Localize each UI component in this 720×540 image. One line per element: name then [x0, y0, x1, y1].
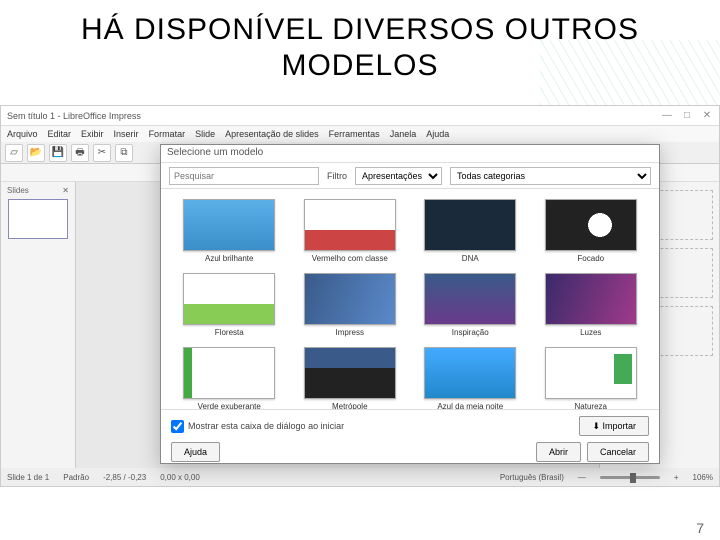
template-focado[interactable]: Focado	[537, 199, 646, 263]
menu-janela[interactable]: Janela	[390, 129, 417, 139]
zoom-plus-icon[interactable]: +	[674, 473, 679, 482]
import-button[interactable]: ⬇ Importar	[579, 416, 649, 436]
template-metrópole[interactable]: Metrópole	[296, 347, 405, 409]
open-icon[interactable]: 📂	[27, 144, 45, 162]
template-thumbnail	[183, 199, 275, 251]
status-slide-pos: Slide 1 de 1	[7, 473, 49, 482]
template-thumbnail	[183, 273, 275, 325]
template-thumbnail	[424, 347, 516, 399]
status-zoom: 106%	[693, 473, 713, 482]
template-thumbnail	[424, 199, 516, 251]
template-vermelho-com-classe[interactable]: Vermelho com classe	[296, 199, 405, 263]
zoom-slider[interactable]	[600, 476, 660, 479]
template-name: Verde exuberante	[198, 402, 261, 409]
template-name: Natureza	[575, 402, 607, 409]
category-select[interactable]: Todas categorias	[450, 167, 651, 185]
copy-icon[interactable]: ⧉	[115, 144, 133, 162]
menu-editar[interactable]: Editar	[48, 129, 72, 139]
status-language: Português (Brasil)	[500, 473, 564, 482]
menu-apresentação-de-slides[interactable]: Apresentação de slides	[225, 129, 319, 139]
template-thumbnail	[304, 273, 396, 325]
template-azul-brilhante[interactable]: Azul brilhante	[175, 199, 284, 263]
template-grid: Azul brilhante Vermelho com classe DNA Foca…	[161, 189, 659, 409]
menu-arquivo[interactable]: Arquivo	[7, 129, 38, 139]
print-icon[interactable]: 🖶	[71, 144, 89, 162]
template-thumbnail	[545, 273, 637, 325]
slides-panel: Slides ✕	[1, 182, 76, 468]
statusbar: Slide 1 de 1 Padrão -2,85 / -0,23 0,00 x…	[1, 468, 719, 486]
template-luzes[interactable]: Luzes	[537, 273, 646, 337]
template-chooser-dialog: Selecione um modelo Filtro Apresentações…	[160, 144, 660, 464]
menu-slide[interactable]: Slide	[195, 129, 215, 139]
menu-ferramentas[interactable]: Ferramentas	[329, 129, 380, 139]
menubar: Arquivo Editar Exibir Inserir Formatar Slide A…	[1, 126, 719, 142]
status-coords1: -2,85 / -0,23	[103, 473, 146, 482]
help-button[interactable]: Ajuda	[171, 442, 220, 462]
slides-panel-close-icon[interactable]: ✕	[62, 186, 69, 195]
status-coords2: 0,00 x 0,00	[160, 473, 200, 482]
template-azul-da-meia-noite[interactable]: Azul da meia noite	[416, 347, 525, 409]
template-floresta[interactable]: Floresta	[175, 273, 284, 337]
open-button[interactable]: Abrir	[536, 442, 581, 462]
filter-select[interactable]: Apresentações	[355, 167, 442, 185]
show-on-start-checkbox[interactable]	[171, 420, 184, 433]
template-name: Azul brilhante	[205, 254, 253, 263]
template-name: Impress	[336, 328, 364, 337]
new-file-icon[interactable]: ▱	[5, 144, 23, 162]
dialog-filter-row: Filtro Apresentações Todas categorias	[161, 163, 659, 189]
template-dna[interactable]: DNA	[416, 199, 525, 263]
template-thumbnail	[304, 347, 396, 399]
template-name: Azul da meia noite	[437, 402, 503, 409]
menu-ajuda[interactable]: Ajuda	[426, 129, 449, 139]
template-name: Inspiração	[452, 328, 489, 337]
dialog-footer: Mostrar esta caixa de diálogo ao iniciar…	[161, 409, 659, 463]
show-on-start-label: Mostrar esta caixa de diálogo ao iniciar	[188, 421, 344, 431]
template-thumbnail	[545, 199, 637, 251]
template-name: Metrópole	[332, 402, 368, 409]
template-natureza[interactable]: Natureza	[537, 347, 646, 409]
save-icon[interactable]: 💾	[49, 144, 67, 162]
zoom-minus-icon[interactable]: —	[578, 473, 586, 482]
close-icon[interactable]: ✕	[701, 110, 713, 122]
cut-icon[interactable]: ✂	[93, 144, 111, 162]
window-controls: — □ ✕	[661, 110, 713, 122]
status-layout: Padrão	[63, 473, 89, 482]
template-thumbnail	[424, 273, 516, 325]
menu-inserir[interactable]: Inserir	[114, 129, 139, 139]
filter-label: Filtro	[327, 171, 347, 181]
menu-formatar[interactable]: Formatar	[149, 129, 186, 139]
template-thumbnail	[545, 347, 637, 399]
slides-panel-label: Slides	[7, 186, 29, 195]
template-thumbnail	[304, 199, 396, 251]
template-name: Focado	[577, 254, 604, 263]
maximize-icon[interactable]: □	[681, 110, 693, 122]
template-inspiração[interactable]: Inspiração	[416, 273, 525, 337]
minimize-icon[interactable]: —	[661, 110, 673, 122]
template-verde-exuberante[interactable]: Verde exuberante	[175, 347, 284, 409]
template-name: DNA	[462, 254, 479, 263]
app-title: Sem título 1 - LibreOffice Impress	[7, 111, 141, 121]
dialog-title: Selecione um modelo	[161, 145, 659, 163]
slide-thumbnail-1[interactable]	[8, 199, 68, 239]
app-titlebar: Sem título 1 - LibreOffice Impress — □ ✕	[1, 106, 719, 126]
template-name: Vermelho com classe	[312, 254, 388, 263]
template-name: Luzes	[580, 328, 601, 337]
cancel-button[interactable]: Cancelar	[587, 442, 649, 462]
template-name: Floresta	[215, 328, 244, 337]
menu-exibir[interactable]: Exibir	[81, 129, 104, 139]
template-impress[interactable]: Impress	[296, 273, 405, 337]
search-input[interactable]	[169, 167, 319, 185]
page-number: 7	[696, 520, 704, 536]
template-thumbnail	[183, 347, 275, 399]
